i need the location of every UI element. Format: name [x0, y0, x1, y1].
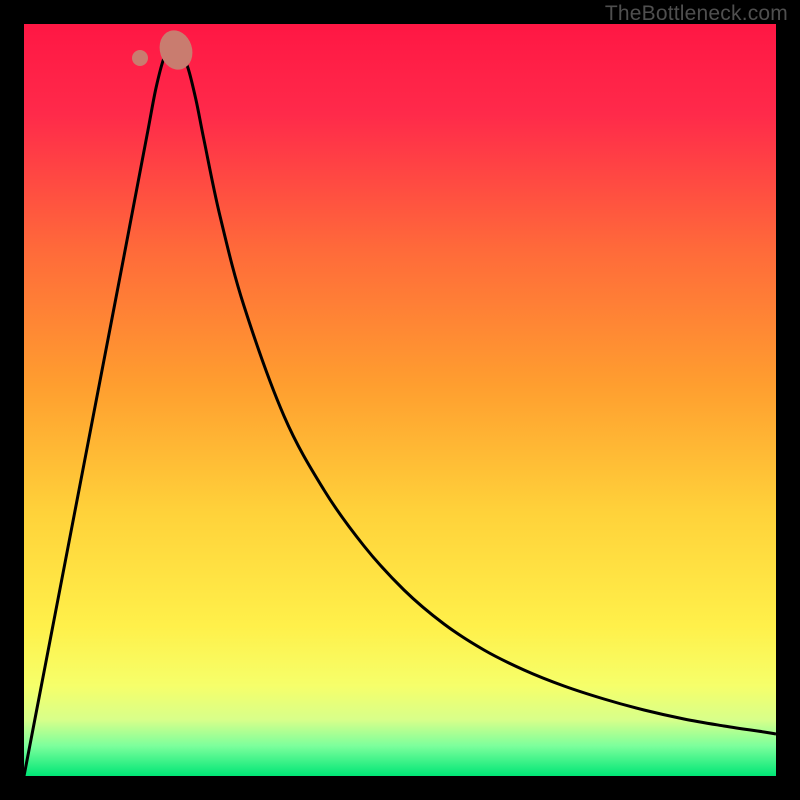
chart-frame: TheBottleneck.com: [0, 0, 800, 800]
marker-dot-left: [132, 50, 148, 66]
bottleneck-curve: [24, 46, 776, 776]
curve-layer: [24, 24, 776, 776]
attribution-label: TheBottleneck.com: [605, 2, 788, 26]
